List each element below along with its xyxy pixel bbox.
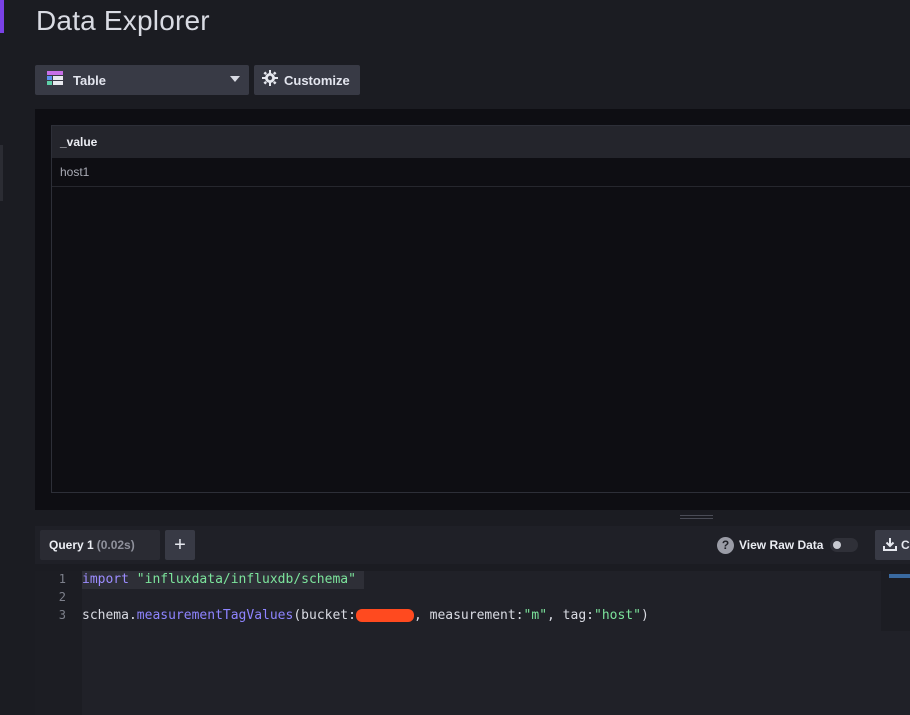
line-number: 2 bbox=[58, 590, 66, 604]
table-row: host1 bbox=[52, 158, 910, 187]
query-tab[interactable]: Query 1 (0.02s) bbox=[40, 530, 160, 560]
panel-resize-handle[interactable] bbox=[680, 515, 713, 521]
customize-label: Customize bbox=[284, 72, 350, 88]
view-raw-data-label: View Raw Data bbox=[739, 538, 824, 552]
query-editor[interactable]: 1 2 3 import "influxdata/influxdb/schema… bbox=[35, 571, 910, 715]
customize-button[interactable]: Customize bbox=[254, 65, 360, 95]
add-query-button[interactable]: + bbox=[165, 530, 195, 560]
code-line: schema.measurementTagValues(bucket:, mea… bbox=[82, 608, 649, 623]
results-table: _value host1 bbox=[51, 125, 910, 493]
download-icon bbox=[883, 537, 897, 554]
nav-edge-marker bbox=[0, 145, 3, 201]
table-header-value[interactable]: _value bbox=[52, 126, 910, 158]
query-time: (0.02s) bbox=[96, 538, 135, 552]
csv-download-button[interactable]: C bbox=[875, 530, 910, 560]
visualization-type-dropdown[interactable]: Table bbox=[35, 65, 249, 95]
line-number-gutter: 1 2 3 bbox=[35, 571, 82, 715]
nav-accent-bar bbox=[0, 0, 4, 33]
code-area[interactable]: import "influxdata/influxdb/schema" sche… bbox=[82, 571, 880, 715]
query-tab-bar: Query 1 (0.02s) + ? View Raw Data C bbox=[35, 526, 910, 564]
gear-icon bbox=[262, 69, 278, 91]
chevron-down-icon bbox=[230, 76, 240, 82]
question-circle-icon[interactable]: ? bbox=[717, 536, 734, 554]
view-raw-data-control: ? View Raw Data bbox=[717, 536, 859, 554]
query-tab-label: Query 1 bbox=[49, 538, 94, 552]
line-number: 1 bbox=[58, 572, 66, 586]
visualization-type-label: Table bbox=[73, 72, 106, 88]
csv-label: C bbox=[901, 538, 910, 552]
visualization-panel: _value host1 bbox=[35, 109, 910, 510]
code-line: import "influxdata/influxdb/schema" bbox=[82, 571, 356, 589]
code-keyword: import bbox=[82, 572, 129, 587]
code-function: measurementTagValues bbox=[136, 608, 294, 623]
code-string: "influxdata/influxdb/schema" bbox=[136, 572, 356, 587]
line-number: 3 bbox=[58, 608, 66, 622]
redacted-bucket-value bbox=[355, 609, 414, 622]
editor-minimap[interactable] bbox=[881, 571, 910, 631]
table-icon bbox=[47, 70, 63, 90]
page-title: Data Explorer bbox=[36, 5, 210, 36]
view-raw-data-toggle[interactable] bbox=[830, 538, 859, 552]
